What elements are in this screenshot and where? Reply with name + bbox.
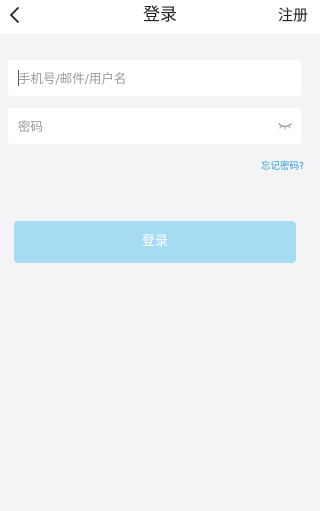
page-title: 登录: [143, 5, 177, 25]
forgot-password-link[interactable]: 忘记密码?: [261, 158, 304, 172]
account-input[interactable]: [18, 60, 273, 96]
nav-bar: 登录 注册: [0, 0, 320, 34]
password-field: [8, 108, 301, 144]
login-button[interactable]: 登录: [14, 221, 296, 263]
password-input[interactable]: [18, 108, 273, 144]
eye-closed-icon[interactable]: [277, 120, 293, 132]
account-field: [8, 60, 301, 96]
register-link[interactable]: 注册: [278, 3, 308, 27]
